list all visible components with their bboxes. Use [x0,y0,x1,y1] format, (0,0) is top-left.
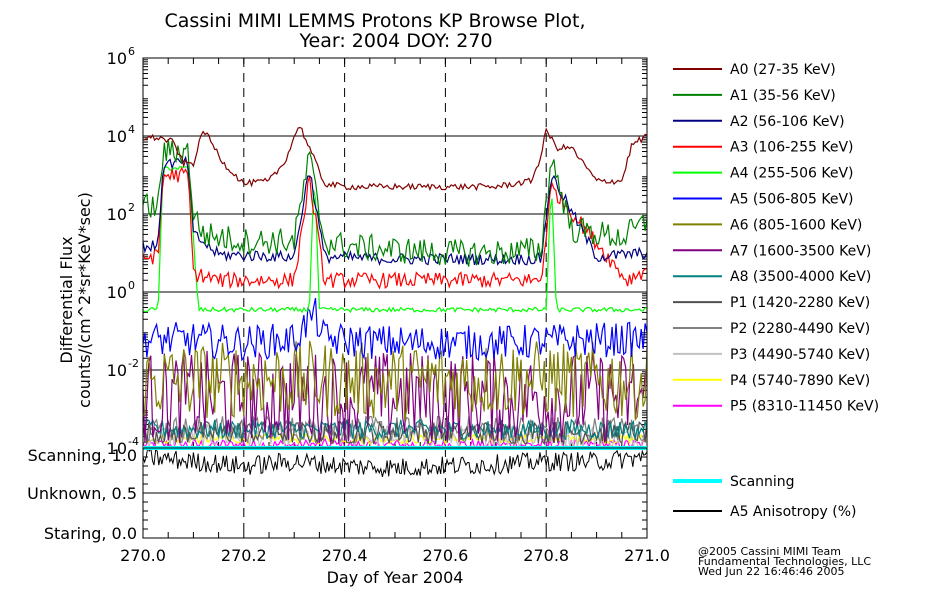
legend-label: A3 (106-255 KeV) [730,140,853,156]
legend-label: Scanning [730,474,795,490]
x-tick-label: 270.4 [322,546,368,565]
legend-label: P5 (8310-11450 KeV) [730,399,879,415]
y-axis-units: counts/(cm^2*sr*KeV*sec) [75,192,94,408]
legend-label: P2 (2280-4490 KeV) [730,321,870,337]
lower-label-unknown: Unknown, 0.5 [27,484,137,503]
lower-panel-series [142,446,648,478]
lower-label-scanning: Scanning, 1.0 [28,446,137,465]
x-tick-label: 270.2 [221,546,267,565]
legend-label: A2 (56-106 KeV) [730,114,845,130]
y-tick-label: 10 [107,205,127,224]
y-tick-label: 10 [107,283,127,302]
y-tick-exponent: 2 [128,201,135,214]
legend-label: A8 (3500-4000 KeV) [730,269,871,285]
x-tick-label: 270.6 [422,546,468,565]
chart-title: Cassini MIMI LEMMS Protons KP Browse Plo… [164,10,585,32]
series-line-1 [142,138,648,267]
series-line-2 [142,155,648,267]
legend-label: A5 (506-805 KeV) [730,192,853,208]
y-tick-exponent: 4 [128,123,135,136]
anisotropy-line [142,446,648,478]
y-tick-label: 10 [107,361,127,380]
legend-label: A5 Anisotropy (%) [730,504,857,520]
chart-figure: Cassini MIMI LEMMS Protons KP Browse Plo… [27,10,879,587]
legend-label: A0 (27-35 KeV) [730,62,836,78]
legend-label: P4 (5740-7890 KeV) [730,373,870,389]
y-tick-exponent: -2 [128,357,139,370]
x-tick-label: 270.8 [523,546,569,565]
x-axis-title: Day of Year 2004 [327,568,464,587]
series-line-0 [142,126,648,192]
legend-label: A1 (35-56 KeV) [730,88,836,104]
lower-label-staring: Staring, 0.0 [44,524,137,543]
y-tick-label: 10 [107,49,127,68]
chart-subtitle: Year: 2004 DOY: 270 [298,30,492,52]
x-tick-labels: 270.0 270.2 270.4 270.6 270.8 271.0 [120,546,670,565]
legend-label: A6 (805-1600 KeV) [730,217,862,233]
series-line-3 [142,166,648,290]
series-line-5 [142,297,648,362]
x-tick-label: 270.0 [120,546,166,565]
legend: A0 (27-35 KeV) A1 (35-56 KeV) A2 (56-106 K… [673,62,879,520]
y-tick-labels: 10 610 410 210 010 -210 -4 [107,45,139,458]
legend-label: A4 (255-506 KeV) [730,166,853,182]
upper-panel-series [142,126,648,450]
x-tick-label: 271.0 [624,546,670,565]
y-tick-label: 10 [107,127,127,146]
y-tick-exponent: 6 [128,45,135,58]
legend-label: P1 (1420-2280 KeV) [730,295,870,311]
footer-timestamp: Wed Jun 22 16:46:46 2005 [698,565,845,578]
legend-label: P3 (4490-5740 KeV) [730,347,870,363]
lower-panel-grid [143,447,647,538]
y-tick-exponent: 0 [128,279,135,292]
legend-label: A7 (1600-3500 KeV) [730,243,871,259]
y-axis-title: Differential Flux [57,236,76,363]
